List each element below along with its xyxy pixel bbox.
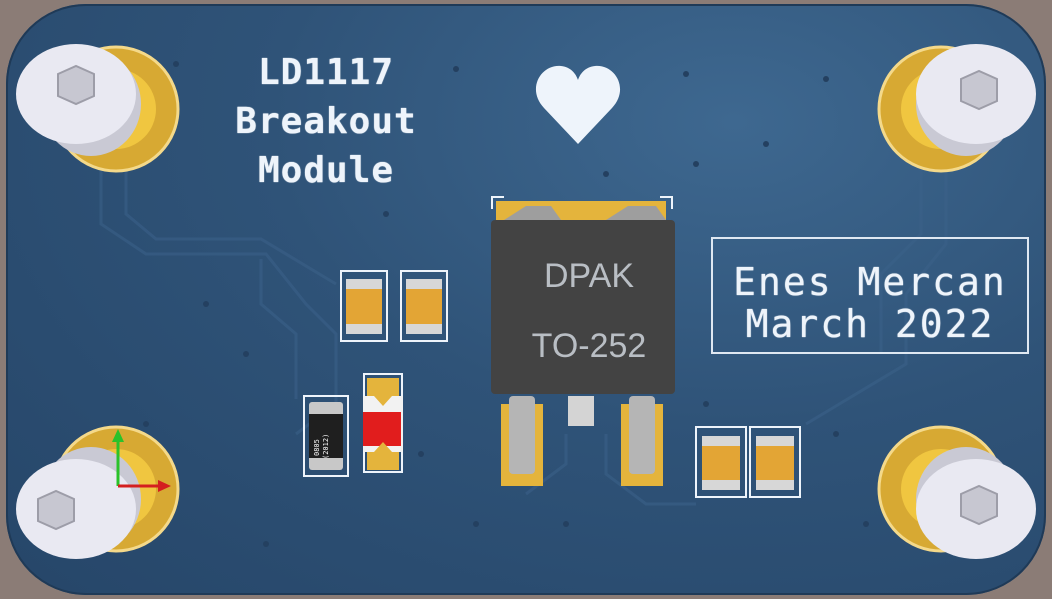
mounting-hole-bottom-left xyxy=(16,425,180,559)
author-name: Enes Mercan xyxy=(733,260,1007,304)
title-line-3: Module xyxy=(257,150,395,191)
mounting-hole-bottom-right xyxy=(877,425,1036,559)
capacitor-c4 xyxy=(749,426,801,498)
author-date: March 2022 xyxy=(745,302,995,346)
mounting-hole-top-left xyxy=(16,44,180,173)
led-d1 xyxy=(363,373,403,473)
package-name-label: DPAK xyxy=(543,257,635,295)
capacitor-c2 xyxy=(400,270,448,342)
title-line-1: LD1117 xyxy=(257,52,395,93)
capacitor-c1 xyxy=(340,270,388,342)
package-type-label: TO-252 xyxy=(531,327,647,365)
heart-icon xyxy=(535,65,621,144)
resistor-marking-metric: (2012) xyxy=(322,433,330,459)
resistor-marking-size: 0805 xyxy=(313,439,321,456)
pcb-board: LD1117 Breakout Module Enes Mercan March… xyxy=(6,4,1046,595)
title-line-2: Breakout xyxy=(235,101,417,142)
pcb-3d-view: LD1117 Breakout Module Enes Mercan March… xyxy=(0,0,1052,599)
mounting-hole-top-right xyxy=(877,44,1036,173)
capacitor-c3 xyxy=(695,426,747,498)
